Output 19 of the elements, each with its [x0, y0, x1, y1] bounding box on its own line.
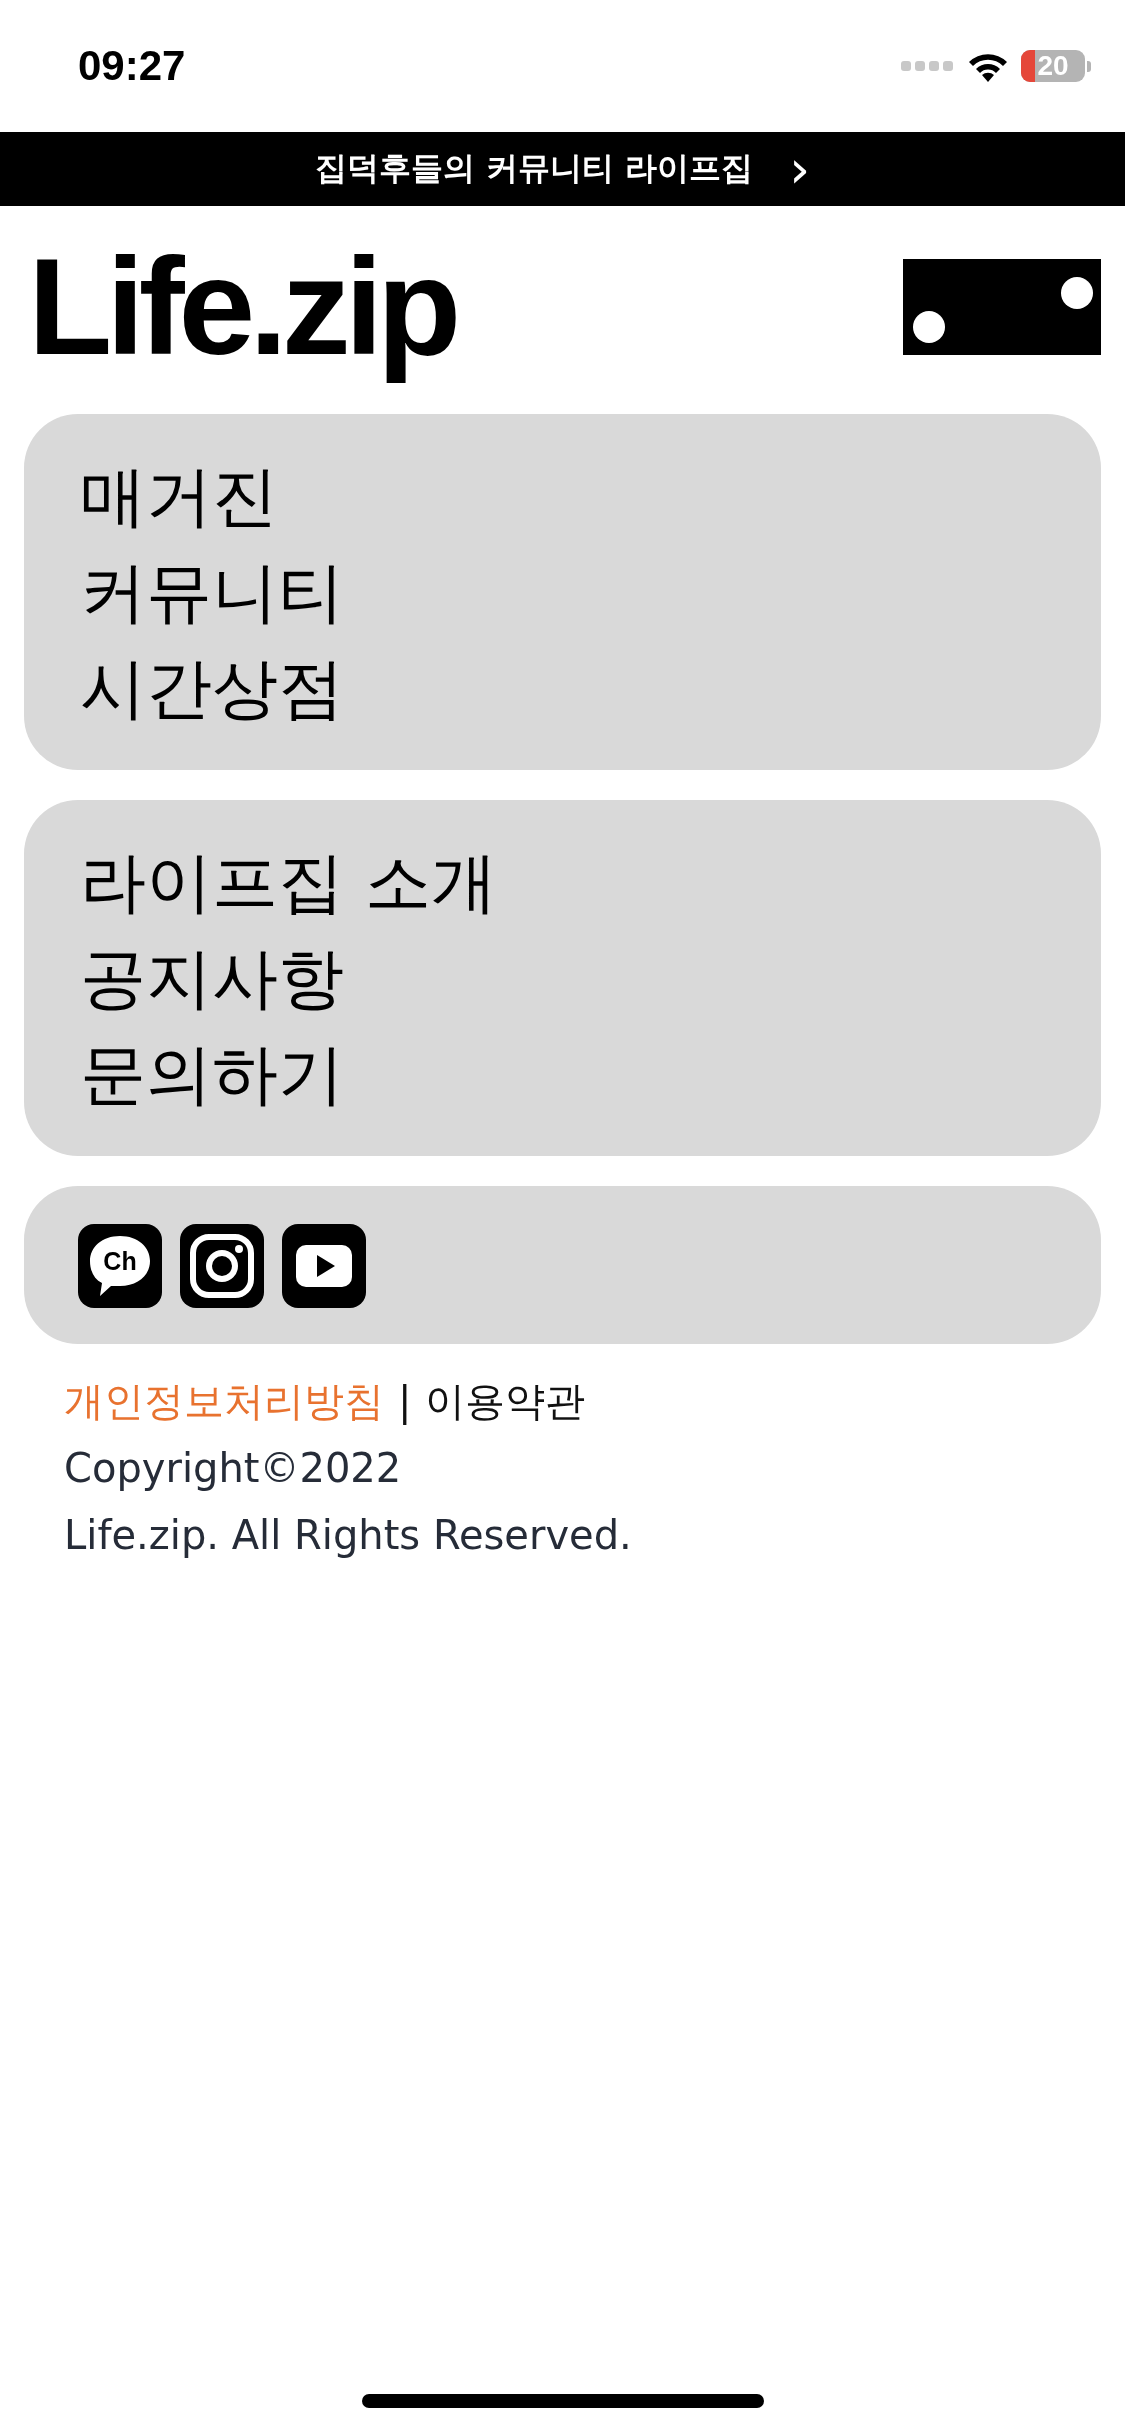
separator: | — [398, 1377, 412, 1427]
top-banner[interactable]: 집덕후들의 커뮤니티 라이프집 › — [0, 132, 1125, 206]
battery-icon: 20 — [1021, 50, 1085, 82]
menu-link[interactable]: 문의하기 — [80, 1030, 344, 1120]
dots-icon[interactable] — [903, 259, 1101, 355]
copyright-text: Copyright©2022 — [64, 1444, 403, 1493]
signal-icon — [901, 61, 955, 71]
footer-link[interactable]: 이용약관 — [425, 1368, 586, 1435]
menu-link[interactable]: 시간상점 — [80, 644, 344, 734]
copyright-text: Life.zip. All Rights Reserved. — [64, 1511, 633, 1560]
status-time: 09:27 — [78, 42, 186, 90]
menu-link[interactable]: 커뮤니티 — [80, 548, 344, 638]
menu-link[interactable]: 공지사항 — [80, 934, 344, 1024]
menu-link[interactable]: 라이프집 소개 — [80, 838, 497, 928]
logo[interactable]: Life.zip — [28, 224, 462, 390]
menu-link[interactable]: 매거진 — [80, 452, 278, 542]
camera-icon[interactable] — [180, 1224, 264, 1308]
chat-bubble-icon[interactable]: Ch — [78, 1224, 162, 1308]
play-icon[interactable] — [282, 1224, 366, 1308]
